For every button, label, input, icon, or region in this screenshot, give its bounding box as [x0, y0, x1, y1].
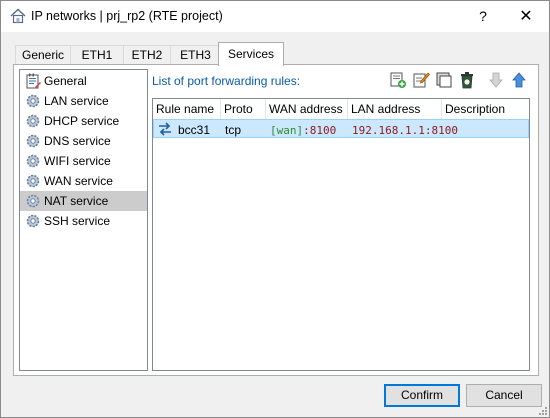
sidebar-item-general[interactable]: General [20, 71, 147, 91]
table-row[interactable]: bcc31 tcp [wan]:8100 192.168.1.1:8100 [153, 119, 529, 138]
gear-icon [26, 174, 40, 188]
sidebar-item-wifi-service[interactable]: WIFI service [20, 151, 147, 171]
move-up-icon[interactable] [510, 71, 528, 89]
confirm-button[interactable]: Confirm [384, 384, 460, 407]
gear-icon [26, 114, 40, 128]
column-header-description[interactable]: Description [442, 99, 529, 119]
wan-interface-text: [wan] [270, 124, 304, 137]
add-rule-icon[interactable] [389, 71, 407, 89]
column-header-lan-address[interactable]: LAN address [348, 99, 442, 119]
dialog-window: IP networks | prj_rp2 (RTE project) ? ✕ … [0, 0, 550, 418]
edit-rule-icon[interactable] [412, 71, 430, 89]
sidebar-item-dhcp-service[interactable]: DHCP service [20, 111, 147, 131]
port-forwarding-table: Rule name Proto WAN address LAN address … [152, 98, 530, 371]
gear-icon [26, 94, 40, 108]
copy-rule-icon[interactable] [435, 71, 453, 89]
sidebar-item-label: DNS service [44, 134, 111, 148]
sidebar-item-label: General [44, 74, 87, 88]
sidebar-item-label: NAT service [44, 194, 109, 208]
proto-cell: tcp [225, 123, 242, 137]
gear-icon [26, 134, 40, 148]
sidebar-item-nat-service[interactable]: NAT service [20, 191, 147, 211]
sidebar-item-label: WIFI service [44, 154, 111, 168]
column-header-rule-name[interactable]: Rule name [153, 99, 221, 119]
port-forwarding-list-label: List of port forwarding rules: [152, 74, 301, 88]
sidebar-item-ssh-service[interactable]: SSH service [20, 211, 147, 231]
sidebar-item-dns-service[interactable]: DNS service [20, 131, 147, 151]
notepad-icon [26, 73, 41, 89]
delete-rule-icon[interactable] [458, 71, 476, 89]
tab-eth1[interactable]: ETH1 [70, 45, 124, 65]
wan-address-cell: [wan]:8100 [270, 124, 336, 137]
sidebar-item-lan-service[interactable]: LAN service [20, 91, 147, 111]
resize-grip-icon[interactable] [538, 406, 548, 416]
port-forward-arrows-icon [159, 122, 171, 136]
close-button[interactable]: ✕ [503, 1, 549, 32]
sidebar-item-label: WAN service [44, 174, 113, 188]
column-header-wan-address[interactable]: WAN address [266, 99, 348, 119]
sidebar-item-label: LAN service [44, 94, 109, 108]
gear-icon [26, 214, 40, 228]
service-list: General LAN service DHCP service DNS ser… [19, 69, 148, 371]
cancel-button[interactable]: Cancel [466, 384, 542, 407]
tab-services[interactable]: Services [218, 42, 284, 66]
tab-eth2[interactable]: ETH2 [123, 45, 171, 65]
sidebar-item-wan-service[interactable]: WAN service [20, 171, 147, 191]
tab-eth3[interactable]: ETH3 [170, 45, 221, 65]
wan-port-text: :8100 [303, 124, 337, 137]
help-button[interactable]: ? [463, 1, 503, 32]
house-icon [10, 8, 26, 24]
gear-icon [26, 194, 40, 208]
title-bar[interactable]: IP networks | prj_rp2 (RTE project) ? ✕ [1, 1, 549, 32]
rule-name-cell: bcc31 [178, 123, 211, 137]
gear-icon [26, 154, 40, 168]
tab-generic[interactable]: Generic [15, 45, 71, 65]
window-title: IP networks | prj_rp2 (RTE project) [31, 9, 223, 23]
lan-address-cell: 192.168.1.1:8100 [352, 124, 458, 137]
sidebar-item-label: DHCP service [44, 114, 120, 128]
sidebar-item-label: SSH service [44, 214, 111, 228]
move-down-icon[interactable] [487, 71, 505, 89]
column-header-proto[interactable]: Proto [221, 99, 266, 119]
